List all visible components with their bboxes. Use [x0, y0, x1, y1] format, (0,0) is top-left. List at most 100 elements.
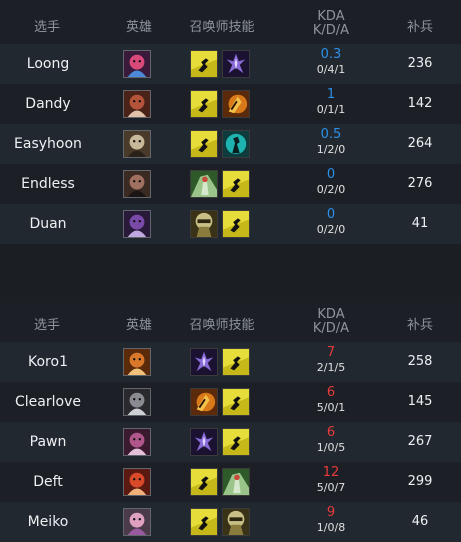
hero-column-header: 英雄 — [125, 20, 152, 35]
kda-ratio: 0.3 — [320, 47, 342, 62]
kda-ratio: 6 — [326, 385, 336, 400]
champion-portrait-icon[interactable] — [123, 508, 151, 536]
heal-icon[interactable] — [190, 170, 218, 198]
player-name[interactable]: Easyhoon — [0, 136, 96, 152]
champion-portrait-icon[interactable] — [123, 468, 151, 496]
player-row[interactable]: Easyhoon 0.5 1/2/0 264 — [0, 124, 461, 164]
kda-ratio: 0.5 — [320, 127, 342, 142]
kda-cell: 0 0/2/0 — [296, 208, 366, 237]
champion-portrait-icon[interactable] — [123, 428, 151, 456]
player-row[interactable]: Dandy 1 0/1/1 142 — [0, 84, 461, 124]
player-column-header: 选手 — [33, 20, 60, 35]
kda-detail: 5/0/7 — [316, 481, 346, 494]
blue-team-table: 选手 英雄 召唤师技能 补兵 KDA K/D/A Loong 0.3 0/4/1 236 Dandy… — [0, 0, 461, 244]
kda-cell: 9 1/0/8 — [296, 506, 366, 535]
player-name[interactable]: Pawn — [0, 434, 96, 450]
smite-icon[interactable] — [190, 348, 218, 376]
flash-icon[interactable] — [222, 348, 250, 376]
kda-detail: 1/0/5 — [316, 441, 346, 454]
creep-score: 264 — [407, 136, 433, 151]
kda-ratio: 1 — [326, 87, 336, 102]
champion-portrait-icon[interactable] — [123, 170, 151, 198]
flash-icon[interactable] — [222, 210, 250, 238]
champion-portrait-icon[interactable] — [123, 130, 151, 158]
flash-icon[interactable] — [190, 90, 218, 118]
champion-portrait-icon[interactable] — [123, 50, 151, 78]
team-separator — [0, 244, 461, 298]
kda-detail: 2/1/5 — [316, 361, 346, 374]
creep-score: 258 — [407, 354, 433, 369]
cs-column-header: 补兵 — [406, 20, 433, 35]
flash-icon[interactable] — [222, 428, 250, 456]
smite-icon[interactable] — [222, 50, 250, 78]
exhaust-icon[interactable] — [222, 508, 250, 536]
creep-score: 46 — [411, 514, 429, 529]
kda-header-title: KDA — [317, 9, 345, 24]
kda-header-subtitle: K/D/A — [312, 23, 350, 38]
player-row[interactable]: Deft 12 5/0/7 299 — [0, 462, 461, 502]
player-row[interactable]: Loong 0.3 0/4/1 236 — [0, 44, 461, 84]
kda-cell: 12 5/0/7 — [296, 466, 366, 495]
kda-detail: 1/0/8 — [316, 521, 346, 534]
player-name[interactable]: Duan — [0, 216, 96, 232]
player-row[interactable]: Koro1 7 2/1/5 258 — [0, 342, 461, 382]
flash-icon[interactable] — [190, 468, 218, 496]
kda-cell: 0 0/2/0 — [296, 168, 366, 197]
cs-column-header: 补兵 — [406, 318, 433, 333]
kda-cell: 6 5/0/1 — [296, 386, 366, 415]
kda-detail: 5/0/1 — [316, 401, 346, 414]
player-row[interactable]: Pawn 6 1/0/5 267 — [0, 422, 461, 462]
kda-ratio: 6 — [326, 425, 336, 440]
kda-detail: 1/2/0 — [316, 143, 346, 156]
player-row[interactable]: Endless 0 0/2/0 276 — [0, 164, 461, 204]
kda-cell: 7 2/1/5 — [296, 346, 366, 375]
champion-portrait-icon[interactable] — [123, 388, 151, 416]
flash-icon[interactable] — [190, 50, 218, 78]
kda-cell: 1 0/1/1 — [296, 88, 366, 117]
champion-portrait-icon[interactable] — [123, 348, 151, 376]
player-name[interactable]: Endless — [0, 176, 96, 192]
smite-icon[interactable] — [190, 428, 218, 456]
kda-detail: 0/1/1 — [316, 103, 346, 116]
flash-icon[interactable] — [190, 130, 218, 158]
ghost-icon[interactable] — [222, 130, 250, 158]
flash-icon[interactable] — [222, 170, 250, 198]
ignite-icon[interactable] — [222, 90, 250, 118]
kda-column-header: KDA K/D/A — [296, 308, 366, 336]
exhaust-icon[interactable] — [190, 210, 218, 238]
hero-column-header: 英雄 — [125, 318, 152, 333]
table-header: 选手 英雄 召唤师技能 补兵 KDA K/D/A — [0, 298, 461, 342]
champion-portrait-icon[interactable] — [123, 210, 151, 238]
player-name[interactable]: Meiko — [0, 514, 96, 530]
player-row[interactable]: Meiko 9 1/0/8 46 — [0, 502, 461, 542]
creep-score: 41 — [411, 216, 429, 231]
kda-ratio: 0 — [326, 207, 336, 222]
creep-score: 236 — [407, 56, 433, 71]
creep-score: 145 — [407, 394, 433, 409]
player-name[interactable]: Dandy — [0, 96, 96, 112]
kda-ratio: 12 — [322, 465, 340, 480]
red-team-table: 选手 英雄 召唤师技能 补兵 KDA K/D/A Koro1 7 2/1/5 258 Clearlo… — [0, 298, 461, 542]
champion-portrait-icon[interactable] — [123, 90, 151, 118]
heal-icon[interactable] — [222, 468, 250, 496]
kda-ratio: 0 — [326, 167, 336, 182]
kda-cell: 0.5 1/2/0 — [296, 128, 366, 157]
player-column-header: 选手 — [33, 318, 60, 333]
table-header: 选手 英雄 召唤师技能 补兵 KDA K/D/A — [0, 0, 461, 44]
flash-icon[interactable] — [222, 388, 250, 416]
creep-score: 276 — [407, 176, 433, 191]
kda-header-subtitle: K/D/A — [312, 321, 350, 336]
kda-detail: 0/2/0 — [316, 183, 346, 196]
player-row[interactable]: Clearlove 6 5/0/1 145 — [0, 382, 461, 422]
player-name[interactable]: Clearlove — [0, 394, 96, 410]
kda-detail: 0/2/0 — [316, 223, 346, 236]
player-name[interactable]: Deft — [0, 474, 96, 490]
kda-ratio: 7 — [326, 345, 336, 360]
flash-icon[interactable] — [190, 508, 218, 536]
kda-ratio: 9 — [326, 505, 336, 520]
player-row[interactable]: Duan 0 0/2/0 41 — [0, 204, 461, 244]
ignite-icon[interactable] — [190, 388, 218, 416]
player-name[interactable]: Koro1 — [0, 354, 96, 370]
kda-header-title: KDA — [317, 307, 345, 322]
player-name[interactable]: Loong — [0, 56, 96, 72]
